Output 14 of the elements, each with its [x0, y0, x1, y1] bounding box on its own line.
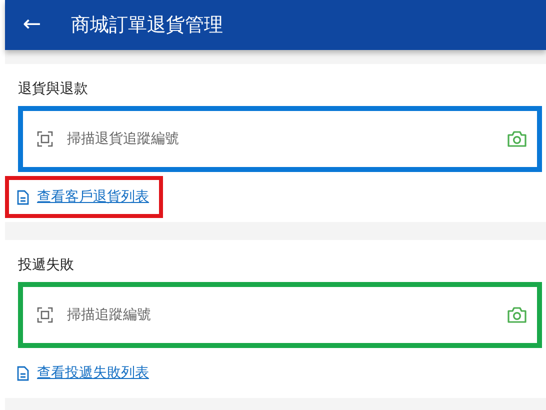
page-title: 商城訂單退貨管理	[71, 13, 223, 38]
section-title: 投遞失敗	[18, 256, 75, 274]
list-link[interactable]: 查看客戶退貨列表	[37, 188, 149, 206]
camera-icon[interactable]	[507, 130, 527, 148]
camera-icon[interactable]	[507, 306, 527, 324]
scan-field[interactable]: 掃描追蹤編號	[65, 306, 495, 324]
document-icon	[17, 190, 29, 204]
scan-frame-icon	[37, 131, 53, 147]
document-icon	[17, 366, 29, 380]
section-title: 退貨與退款	[18, 80, 89, 98]
list-link[interactable]: 查看投遞失敗列表	[37, 364, 149, 382]
back-button[interactable]: ←	[19, 12, 45, 38]
scan-frame-icon	[37, 307, 53, 323]
scan-field[interactable]: 掃描退貨追蹤編號	[65, 130, 495, 148]
